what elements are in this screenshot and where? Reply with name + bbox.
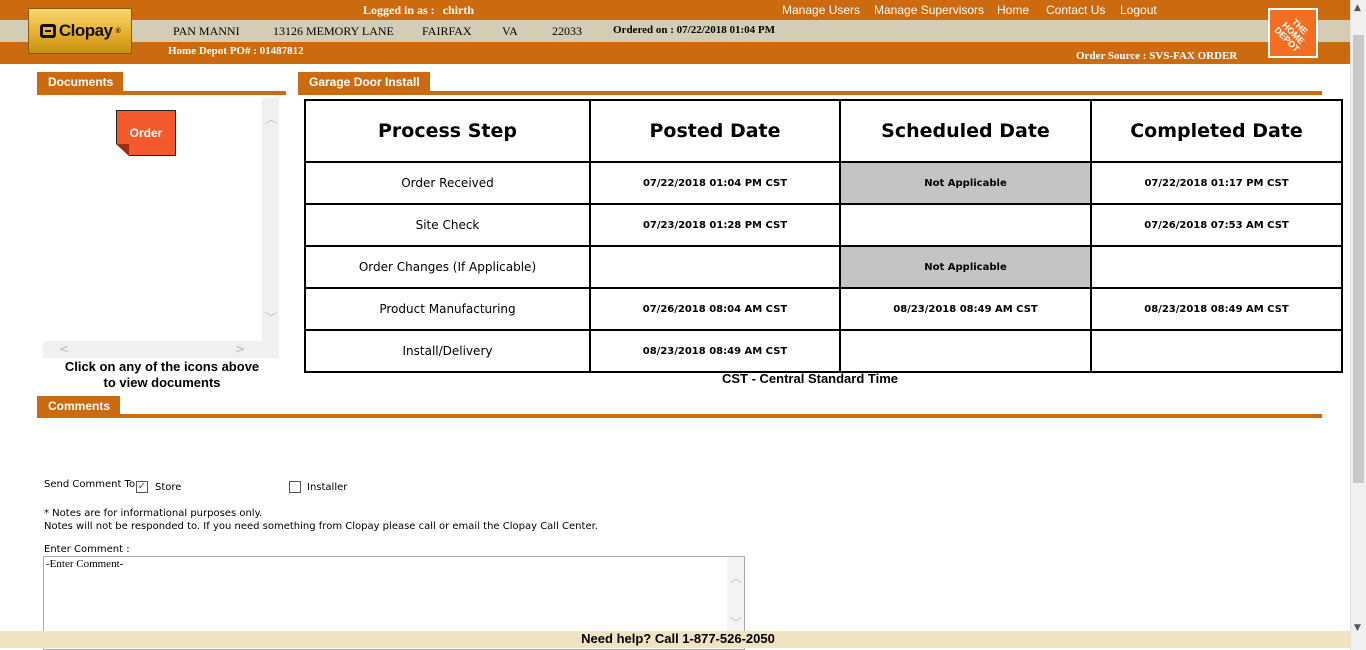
customer-info-bar: PAN MANNI 13126 MEMORY LANE FAIRFAX VA 2…: [0, 20, 1350, 42]
comment-textarea-value: -Enter Comment-: [46, 558, 124, 570]
customer-state: VA: [502, 24, 518, 38]
home-depot-logo: THE HOME DEPOT: [1268, 8, 1318, 58]
documents-help-text: Click on any of the icons above to view …: [64, 359, 260, 390]
comments-rule: [37, 414, 1322, 418]
scroll-left-icon[interactable]: <: [59, 343, 69, 355]
process-step-cell: Product Manufacturing: [304, 287, 591, 331]
timezone-note: CST - Central Standard Time: [721, 371, 898, 386]
customer-street: 13126 MEMORY LANE: [273, 24, 394, 38]
scheduled-date-cell: [839, 329, 1092, 373]
scroll-up-icon[interactable]: ︿: [265, 113, 277, 125]
scroll-right-icon[interactable]: >: [235, 343, 245, 355]
clopay-logo-text: Clopay: [58, 21, 113, 40]
posted-date-cell: 07/23/2018 01:28 PM CST: [589, 203, 841, 247]
manage-users-link[interactable]: Manage Users: [782, 3, 860, 17]
po-number: Home Depot PO# : 01487812: [168, 45, 304, 57]
documents-rule: [37, 91, 286, 95]
completed-date-cell: 07/22/2018 01:17 PM CST: [1090, 161, 1343, 205]
table-row: Install/Delivery 08/23/2018 08:49 AM CST: [304, 329, 1343, 373]
username: chirth: [442, 3, 475, 17]
documents-vertical-scrollbar[interactable]: ︿ ﹀: [262, 98, 279, 341]
page: Logged in as : chirth Manage Users Manage…: [0, 0, 1366, 650]
garage-door-install-rule: [298, 91, 1322, 95]
clopay-trademark: ®: [115, 27, 121, 35]
table-header-row: Process Step Posted Date Scheduled Date …: [304, 99, 1343, 163]
logout-link[interactable]: Logout: [1120, 3, 1157, 17]
manage-supervisors-link[interactable]: Manage Supervisors: [874, 3, 984, 17]
store-checkbox-label: Store: [155, 482, 182, 493]
order-document-label: Order: [129, 126, 163, 140]
completed-date-cell: 07/26/2018 07:53 AM CST: [1090, 203, 1343, 247]
scroll-down-icon[interactable]: ﹀: [265, 312, 277, 324]
installer-checkbox[interactable]: [289, 481, 301, 493]
scroll-up-icon[interactable]: ︿: [730, 572, 742, 584]
clopay-mark-icon: [39, 24, 56, 38]
customer-name: PAN MANNI: [173, 24, 240, 38]
notes-disclaimer-line1: * Notes are for informational purposes o…: [44, 508, 263, 519]
installer-checkbox-label: Installer: [307, 482, 348, 493]
store-checkbox[interactable]: ✓: [136, 481, 148, 493]
page-scroll-down-icon[interactable]: ▼: [1354, 622, 1361, 634]
home-link[interactable]: Home: [997, 3, 1029, 17]
posted-date-cell: 08/23/2018 08:49 AM CST: [589, 329, 841, 373]
documents-horizontal-scrollbar[interactable]: < >: [43, 341, 279, 358]
scroll-down-icon[interactable]: ﹀: [730, 617, 742, 629]
posted-date-cell: 07/26/2018 08:04 AM CST: [589, 287, 841, 331]
table-row: Order Changes (If Applicable) Not Applic…: [304, 245, 1343, 289]
completed-date-cell: [1090, 245, 1343, 289]
page-scroll-up-icon[interactable]: ▲: [1354, 2, 1361, 14]
table-row: Site Check 07/23/2018 01:28 PM CST 07/26…: [304, 203, 1343, 247]
clopay-logo[interactable]: Clopay ®: [28, 8, 132, 54]
completed-date-cell: [1090, 329, 1343, 373]
top-nav-bar: Logged in as : chirth Manage Users Manage…: [0, 0, 1350, 20]
home-depot-logo-text: THE HOME DEPOT: [1272, 16, 1310, 54]
customer-zip: 22033: [552, 24, 582, 38]
notes-disclaimer-line2: Notes will not be responded to. If you n…: [44, 521, 598, 532]
order-info-bar: Home Depot PO# : 01487812 Order Source :…: [0, 42, 1350, 64]
header-completed-date: Completed Date: [1090, 99, 1343, 163]
header-scheduled-date: Scheduled Date: [839, 99, 1092, 163]
send-comment-label: Send Comment To :: [44, 479, 142, 490]
help-phone-text: Need help? Call 1-877-526-2050: [581, 631, 775, 646]
process-step-cell: Order Changes (If Applicable): [304, 245, 591, 289]
help-footer: Need help? Call 1-877-526-2050: [0, 631, 1350, 648]
contact-us-link[interactable]: Contact Us: [1046, 3, 1105, 17]
process-step-cell: Install/Delivery: [304, 329, 591, 373]
garage-door-install-tab: Garage Door Install: [298, 72, 430, 92]
header-posted-date: Posted Date: [589, 99, 841, 163]
page-scrollbar-thumb[interactable]: [1353, 35, 1364, 483]
table-row: Order Received 07/22/2018 01:04 PM CST N…: [304, 161, 1343, 205]
comments-tab: Comments: [37, 396, 121, 416]
process-step-cell: Site Check: [304, 203, 591, 247]
enter-comment-label: Enter Comment :: [44, 544, 130, 555]
logged-in-status: Logged in as : chirth: [363, 3, 474, 18]
scheduled-date-cell: [839, 203, 1092, 247]
logged-in-label: Logged in as :: [363, 3, 435, 17]
header-process-step: Process Step: [304, 99, 591, 163]
posted-date-cell: [589, 245, 841, 289]
scheduled-date-cell: Not Applicable: [839, 245, 1092, 289]
scheduled-date-cell: Not Applicable: [839, 161, 1092, 205]
table-row: Product Manufacturing 07/26/2018 08:04 A…: [304, 287, 1343, 331]
scheduled-date-cell: 08/23/2018 08:49 AM CST: [839, 287, 1092, 331]
process-status-table: Process Step Posted Date Scheduled Date …: [304, 99, 1343, 373]
order-source: Order Source : SVS-FAX ORDER: [1076, 50, 1238, 62]
documents-tab: Documents: [37, 72, 124, 92]
ordered-on: Ordered on : 07/22/2018 01:04 PM: [613, 24, 776, 36]
customer-city: FAIRFAX: [422, 24, 472, 38]
posted-date-cell: 07/22/2018 01:04 PM CST: [589, 161, 841, 205]
completed-date-cell: 08/23/2018 08:49 AM CST: [1090, 287, 1343, 331]
process-step-cell: Order Received: [304, 161, 591, 205]
